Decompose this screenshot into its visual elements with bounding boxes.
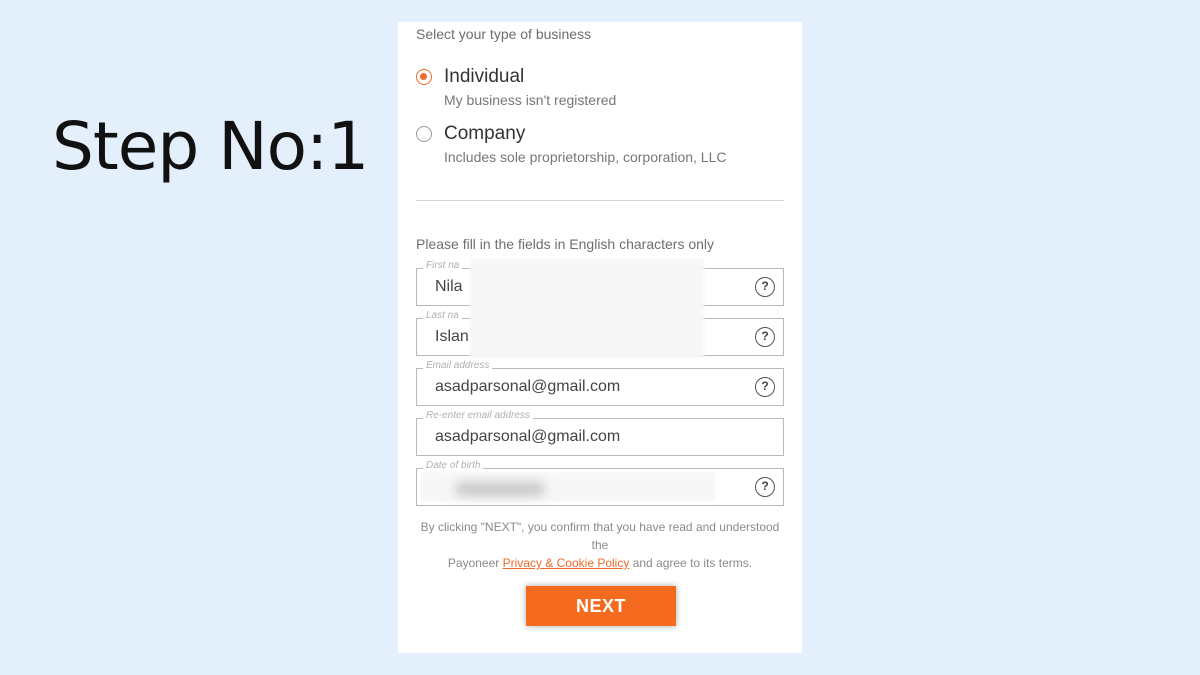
date-of-birth-help-icon[interactable]: ? — [755, 477, 775, 497]
reenter-email-input[interactable] — [435, 428, 735, 446]
first-name-label: First na — [423, 260, 463, 271]
section-divider — [416, 200, 784, 201]
signup-form-card: Select your type of business Individual … — [398, 22, 802, 653]
radio-company-label: Company — [444, 123, 526, 144]
radio-individual-description: My business isn't registered — [444, 92, 617, 108]
email-label: Email address — [423, 360, 493, 371]
consent-text: By clicking "NEXT", you confirm that you… — [398, 518, 802, 572]
english-characters-note: Please fill in the fields in English cha… — [416, 236, 715, 252]
redacted-dob-value — [455, 482, 545, 496]
next-button[interactable]: NEXT — [526, 586, 676, 626]
date-of-birth-label: Date of birth — [423, 460, 484, 471]
radio-individual-label: Individual — [444, 66, 525, 87]
consent-line-3: Payoneer Privacy & Cookie Policy and agr… — [398, 554, 802, 572]
last-name-help-icon[interactable]: ? — [755, 327, 775, 347]
privacy-cookie-policy-link[interactable]: Privacy & Cookie Policy — [503, 556, 630, 570]
radio-company[interactable]: Company Includes sole proprietorship, co… — [416, 123, 786, 171]
radio-company-description: Includes sole proprietorship, corporatio… — [444, 149, 727, 165]
date-of-birth-field[interactable]: Date of birth ? — [416, 460, 784, 506]
email-input[interactable] — [435, 378, 735, 396]
step-label: Step No:1 — [52, 108, 369, 185]
radio-individual-indicator[interactable] — [416, 69, 432, 85]
email-help-icon[interactable]: ? — [755, 377, 775, 397]
business-type-title: Select your type of business — [416, 26, 592, 42]
consent-line-2: the — [591, 538, 609, 552]
reenter-email-field[interactable]: Re-enter email address — [416, 410, 784, 456]
last-name-label: Last na — [423, 310, 462, 321]
radio-company-indicator[interactable] — [416, 126, 432, 142]
consent-line-1: By clicking "NEXT", you confirm that you… — [420, 520, 780, 534]
consent-suffix: and agree to its terms. — [632, 556, 753, 570]
redacted-dob-area — [421, 472, 715, 502]
redacted-name-area — [470, 258, 704, 358]
email-field[interactable]: Email address ? — [416, 360, 784, 406]
reenter-email-label: Re-enter email address — [423, 410, 533, 421]
consent-prefix: Payoneer — [447, 556, 500, 570]
first-name-help-icon[interactable]: ? — [755, 277, 775, 297]
radio-individual[interactable]: Individual My business isn't registered — [416, 66, 786, 114]
